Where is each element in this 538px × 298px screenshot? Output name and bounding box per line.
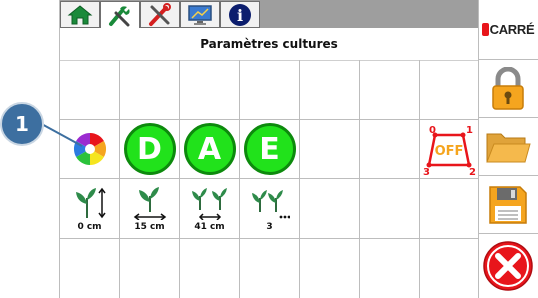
grid-cell-empty[interactable]: [120, 239, 180, 298]
plant-count-icon: [251, 189, 290, 218]
close-icon: [483, 241, 533, 291]
grid-cell-empty[interactable]: [300, 60, 360, 120]
off-status-button[interactable]: 0 1 3 2 OFF: [420, 120, 478, 179]
off-frame-icon: 0 1 3 2 OFF: [423, 125, 476, 175]
tab-settings-tools[interactable]: [140, 1, 180, 28]
row-spacing-button[interactable]: 41 cm: [180, 179, 240, 239]
grid-cell-empty[interactable]: [300, 120, 360, 179]
grid-cell-empty[interactable]: [360, 179, 420, 239]
crop-grid: D A E 0 1 3 2 OFF 0 cm 15 cm 41 cm 3: [60, 60, 478, 298]
plant-spacing-icon: [133, 186, 166, 220]
save-icon: [489, 185, 527, 224]
plant-spacing-value: 15 cm: [134, 221, 165, 232]
tab-monitor[interactable]: [180, 1, 220, 28]
brand-mark-icon: [481, 23, 489, 36]
grid-cell-empty[interactable]: [420, 179, 478, 239]
tab-tools[interactable]: [100, 1, 140, 29]
grid-cell-empty[interactable]: [300, 179, 360, 239]
plant-height-value: 0 cm: [77, 221, 102, 232]
lock-button[interactable]: [478, 60, 538, 118]
open-folder-button[interactable]: [478, 118, 538, 176]
row-spacing-value: 41 cm: [194, 221, 225, 232]
grid-cell-empty[interactable]: [360, 239, 420, 298]
letter-d: D: [123, 123, 176, 175]
plant-count-value: 3: [266, 221, 273, 232]
letter-button-d[interactable]: D: [120, 120, 180, 179]
letter-e: E: [243, 123, 296, 175]
letter-button-a[interactable]: A: [180, 120, 240, 179]
callout-badge: 1: [0, 102, 44, 146]
lock-icon: [492, 66, 524, 110]
grid-cell-empty[interactable]: [360, 60, 420, 120]
folder-icon: [486, 133, 531, 162]
brand-text: CARRÉ: [489, 22, 535, 37]
monitor-icon: [188, 4, 212, 25]
grid-cell-empty[interactable]: [300, 239, 360, 298]
row-spacing-icon: [191, 187, 227, 220]
settings-tools-icon: [149, 2, 171, 26]
corner-label: 1: [466, 125, 473, 136]
info-icon: i: [229, 3, 251, 26]
grid-cell-empty[interactable]: [60, 239, 120, 298]
plant-spacing-button[interactable]: 15 cm: [120, 179, 180, 239]
grid-cell-empty[interactable]: [420, 239, 478, 298]
letter-button-e[interactable]: E: [240, 120, 300, 179]
tab-info[interactable]: i: [220, 1, 260, 28]
save-button[interactable]: [478, 176, 538, 234]
grid-cell-empty[interactable]: [240, 60, 300, 120]
cancel-button[interactable]: [478, 234, 538, 298]
grid-cell-empty[interactable]: [180, 239, 240, 298]
page-title: Paramètres cultures: [60, 28, 478, 61]
corner-label: 3: [423, 167, 430, 175]
grid-cell-empty[interactable]: [180, 60, 240, 120]
plant-height-button[interactable]: 0 cm: [60, 179, 120, 239]
plant-height-icon: [75, 187, 106, 218]
plant-count-button[interactable]: 3: [240, 179, 300, 239]
letter-a: A: [183, 123, 236, 175]
grid-cell-empty[interactable]: [120, 60, 180, 120]
tools-icon: [109, 5, 130, 26]
off-label: OFF: [435, 144, 464, 159]
grid-cell-empty[interactable]: [420, 60, 478, 120]
corner-label: 2: [469, 167, 476, 175]
corner-label: 0: [429, 125, 436, 136]
svg-text:i: i: [237, 6, 243, 25]
brand-logo: CARRÉ: [478, 0, 538, 60]
grid-cell-empty[interactable]: [360, 120, 420, 179]
grid-cell-empty[interactable]: [240, 239, 300, 298]
